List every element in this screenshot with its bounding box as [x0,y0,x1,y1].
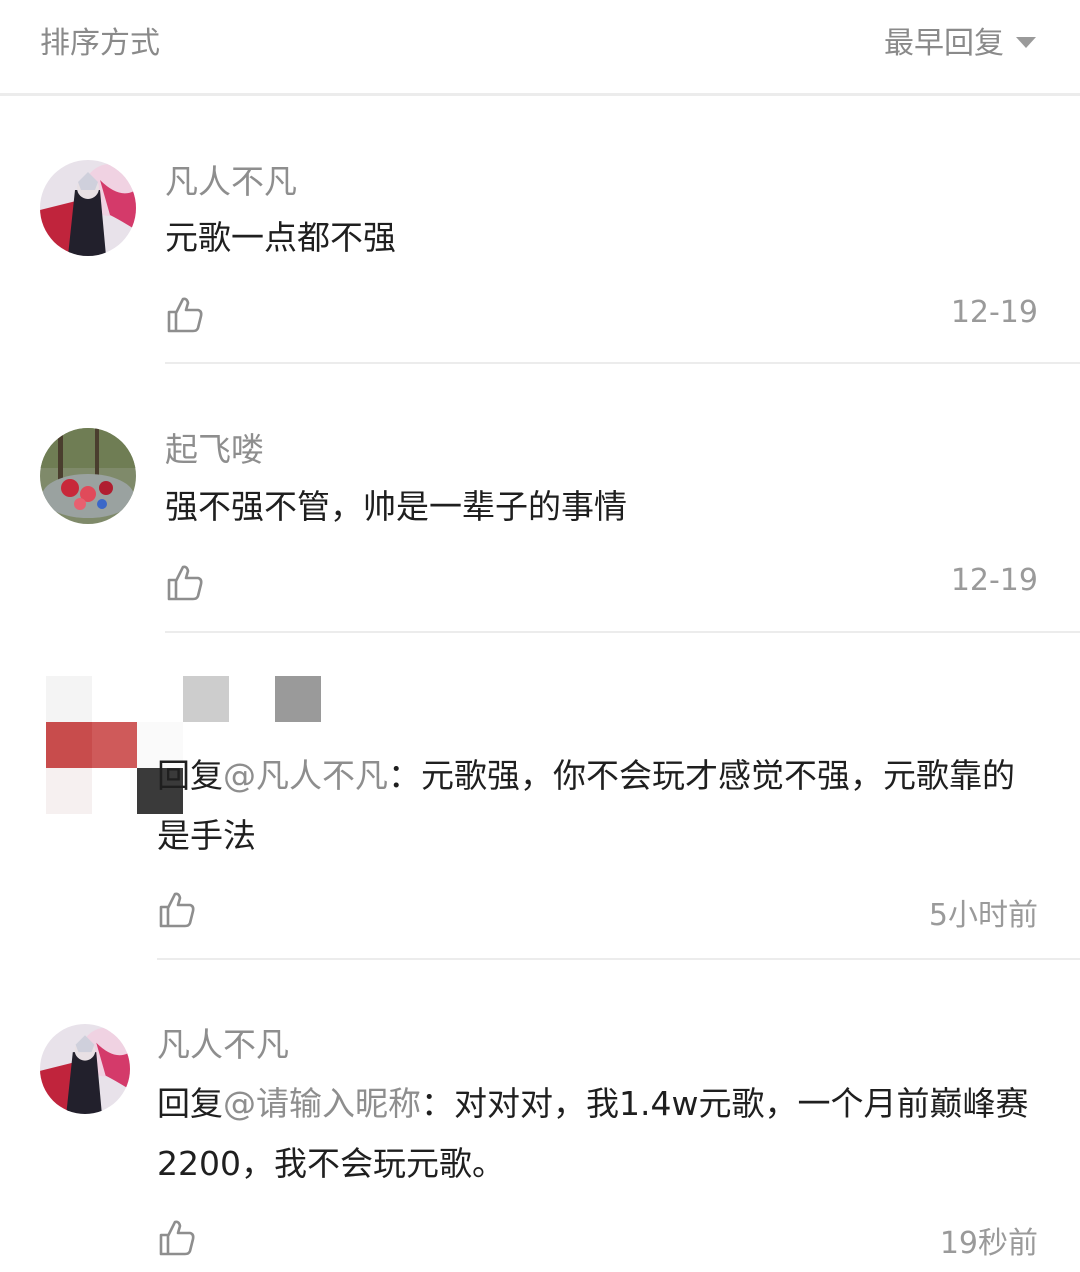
comment-time: 12-19 [950,295,1038,330]
mention-link[interactable]: @请输入昵称 [223,1084,421,1123]
comment-time: 5小时前 [928,898,1038,933]
thumbs-up-icon[interactable] [157,1218,197,1258]
header-divider [0,93,1080,96]
comment-text: 强不强不管，帅是一辈子的事情 [165,487,627,526]
comment-time: 12-19 [950,563,1038,598]
reply-prefix: 回复 [157,1084,223,1123]
triangle-down-icon [1016,36,1036,48]
thumbs-up-icon[interactable] [157,890,197,930]
thumbs-up-icon[interactable] [165,563,205,603]
comment-divider [165,631,1080,633]
thumbs-up-icon[interactable] [165,295,205,335]
comment-text: 元歌一点都不强 [165,218,396,257]
comment-username[interactable] [183,676,323,722]
comment-divider [157,958,1080,960]
sort-bar: 排序方式 最早回复 [0,0,1080,94]
sort-label: 排序方式 [40,26,160,61]
comment-username[interactable]: 凡人不凡 [165,155,297,203]
avatar[interactable] [40,1024,130,1114]
sort-dropdown[interactable]: 最早回复 [884,18,1036,62]
avatar[interactable] [40,160,136,256]
comment-username[interactable]: 起飞喽 [165,423,264,471]
mention-link[interactable]: @凡人不凡 [223,756,388,795]
comment-text: 回复@请输入昵称：对对对，我1.4w元歌，一个月前巅峰赛2200，我不会玩元歌。 [157,1074,1037,1194]
reply-prefix: 回复 [157,756,223,795]
comment-divider [165,362,1080,364]
avatar[interactable] [40,428,136,524]
comment-time: 19秒前 [939,1226,1038,1261]
sort-selected-value: 最早回复 [884,26,1004,61]
comment-username[interactable]: 凡人不凡 [157,1018,289,1066]
comment-text: 回复@凡人不凡：元歌强，你不会玩才感觉不强，元歌靠的是手法 [157,746,1037,866]
